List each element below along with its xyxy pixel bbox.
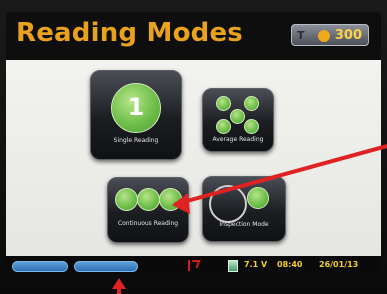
- brand-dot-icon: [318, 30, 330, 42]
- average-circle-icon: [216, 119, 231, 134]
- brand-logo: T 300: [291, 24, 369, 46]
- inspection-mode-tile[interactable]: Inspection Mode: [202, 176, 286, 242]
- inspection-circle-icon: [247, 187, 269, 209]
- continuous-circle-icon: [115, 188, 138, 211]
- time-readout: 08:40: [277, 260, 303, 269]
- average-circle-icon: [230, 109, 245, 124]
- screen: Reading Modes T 300 1 Single Reading Ave…: [6, 12, 381, 274]
- header: Reading Modes T 300: [6, 12, 381, 60]
- inspection-ring-icon: [209, 185, 247, 223]
- brand-logo-text: T: [297, 29, 305, 42]
- continuous-circle-icon: [159, 188, 182, 211]
- page-title: Reading Modes: [16, 18, 243, 48]
- average-circle-icon: [244, 96, 259, 111]
- average-circle-icon: [244, 119, 259, 134]
- flag-icon: [188, 260, 198, 271]
- voltage-readout: 7.1 V: [244, 260, 268, 269]
- single-reading-tile[interactable]: 1 Single Reading: [90, 70, 182, 160]
- footer-left-button[interactable]: [12, 261, 68, 272]
- arrow-to-footer-button: [112, 278, 126, 294]
- battery-icon: [228, 260, 238, 272]
- single-reading-number: 1: [127, 93, 145, 121]
- device-frame: Reading Modes T 300 1 Single Reading Ave…: [0, 0, 387, 294]
- continuous-reading-tile[interactable]: Continuous Reading: [107, 177, 189, 243]
- footer-right-button[interactable]: [74, 261, 138, 272]
- continuous-circle-icon: [137, 188, 160, 211]
- mode-grid: 1 Single Reading Average Reading Continu…: [6, 60, 381, 256]
- continuous-reading-label: Continuous Reading: [117, 220, 179, 227]
- status-bar: 7.1 V 08:40 26/01/13: [6, 256, 381, 274]
- average-reading-label: Average Reading: [212, 136, 264, 143]
- average-reading-tile[interactable]: Average Reading: [202, 88, 274, 152]
- date-readout: 26/01/13: [319, 260, 359, 269]
- single-reading-label: Single Reading: [113, 137, 159, 144]
- inspection-mode-label: Inspection Mode: [219, 221, 269, 228]
- single-reading-icon: 1: [111, 83, 161, 133]
- average-circle-icon: [216, 96, 231, 111]
- brand-logo-number: 300: [334, 27, 362, 43]
